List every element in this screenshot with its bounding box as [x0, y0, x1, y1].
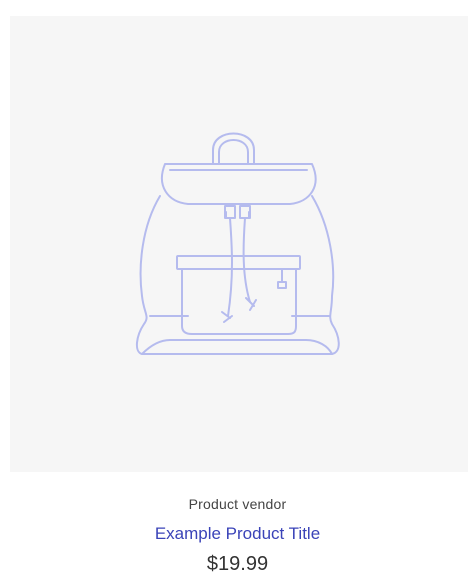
product-title-link[interactable]: Example Product Title [0, 524, 475, 544]
backpack-icon [136, 132, 340, 355]
product-image-link[interactable] [10, 16, 468, 472]
product-price: $19.99 [206, 553, 269, 575]
product-card[interactable]: Product vendor Example Product Title $19… [0, 0, 475, 578]
product-vendor: Product vendor [188, 496, 287, 512]
